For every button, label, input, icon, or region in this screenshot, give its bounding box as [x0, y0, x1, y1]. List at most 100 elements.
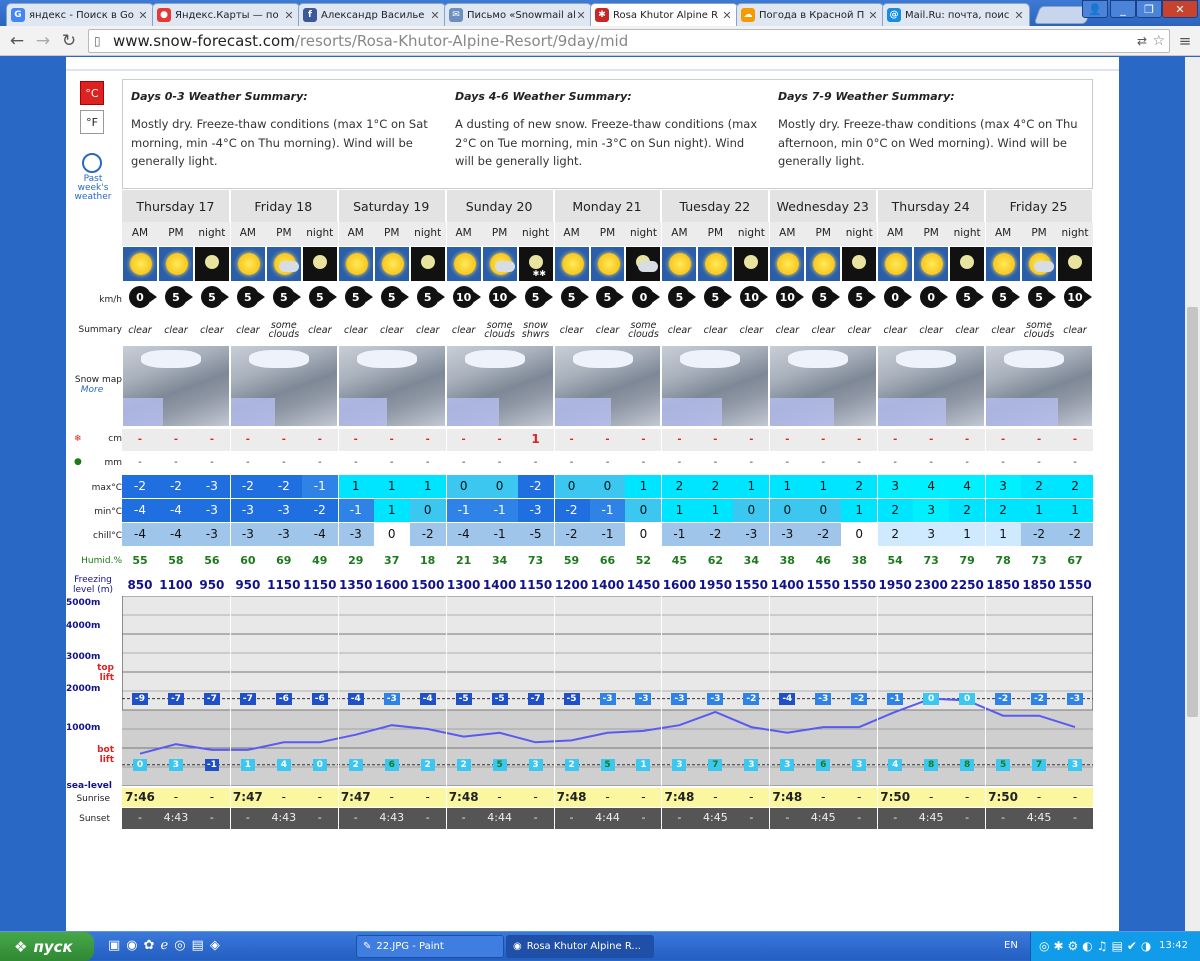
snow-map-thumbnail[interactable] — [986, 346, 1092, 426]
reload-icon[interactable]: ↻ — [58, 30, 80, 52]
condition-summary: clear — [128, 325, 152, 336]
browser-tab[interactable]: f Александр Василье ✕ — [298, 3, 446, 26]
sunset-time: - — [569, 811, 574, 824]
bot-lift-label: bot lift — [97, 745, 114, 765]
max-temp: 1 — [373, 475, 410, 498]
max-temp: 1 — [733, 475, 770, 498]
language-indicator[interactable]: EN — [1004, 940, 1018, 951]
bookmark-star-icon[interactable]: ☆ — [1152, 30, 1165, 52]
minimize-icon[interactable]: _ — [1110, 0, 1136, 18]
close-tab-icon[interactable]: ✕ — [867, 9, 879, 22]
tray-icons[interactable]: ◎✱⚙◐♫▤✔◑ — [1039, 939, 1155, 953]
close-tab-icon[interactable]: ✕ — [429, 9, 441, 22]
sun-icon — [590, 247, 625, 281]
min-temp: 0 — [733, 499, 770, 522]
restore-icon[interactable]: ❐ — [1136, 0, 1162, 18]
taskbar-chrome[interactable]: ◉ Rosa Khutor Alpine R... — [506, 935, 654, 958]
start-button[interactable]: ❖ пуск — [0, 932, 94, 961]
wind-value: 0 — [639, 290, 648, 304]
condition-summary: clear — [1063, 325, 1087, 336]
wind-speed: 5 — [158, 286, 194, 308]
browser-tab[interactable]: @ Mail.Ru: почта, поис ✕ — [882, 3, 1030, 26]
wind-value: 10 — [455, 290, 472, 304]
snow-map-thumbnail[interactable] — [446, 346, 553, 426]
freezing-level: 1300 — [446, 578, 481, 592]
min-temp: -4 — [157, 499, 194, 522]
fahrenheit-button[interactable]: °F — [80, 110, 104, 134]
sunset-time: - — [1001, 811, 1006, 824]
wind-speed: 5 — [805, 286, 841, 308]
back-icon[interactable]: ← — [6, 30, 28, 52]
day-header: Friday 25 — [985, 190, 1093, 222]
close-tab-icon[interactable]: ✕ — [137, 9, 149, 22]
close-tab-icon[interactable]: ✕ — [575, 9, 587, 22]
address-bar[interactable]: ▯ www.snow-forecast.com/resorts/Rosa-Khu… — [88, 29, 1170, 53]
wind-value: 10 — [779, 290, 795, 304]
humidity-value: 62 — [707, 554, 724, 567]
scrollbar-thumb[interactable] — [1187, 307, 1198, 717]
sunrise-time: - — [389, 790, 394, 804]
wind-speed: 0 — [122, 286, 158, 308]
snow-map-thumbnail[interactable] — [338, 346, 445, 426]
top-lift-temp: -6 — [275, 692, 292, 705]
condition-summary: clear — [200, 325, 224, 336]
browser-tab[interactable]: ✱ Rosa Khutor Alpine R ✕ — [590, 3, 738, 26]
top-lift-temp: 0 — [923, 692, 940, 705]
snow-map-thumbnail[interactable] — [554, 346, 661, 426]
browser-tab[interactable]: ☁ Погода в Красной П ✕ — [736, 3, 884, 26]
translate-icon[interactable]: ⇄ — [1137, 30, 1147, 52]
min-temp: -2 — [553, 499, 590, 522]
chill-temp: -2 — [1057, 523, 1093, 546]
max-temp: -2 — [265, 475, 302, 498]
tab-title: Александр Василье — [321, 9, 425, 21]
snow-amount: - — [1001, 434, 1006, 445]
sun-icon — [806, 247, 841, 281]
rain-amount: - — [785, 457, 790, 468]
browser-tab[interactable]: ✉ Письмо «Snowmail al ✕ — [444, 3, 592, 26]
close-tab-icon[interactable]: ✕ — [283, 9, 295, 22]
menu-icon[interactable]: ≡ — [1174, 30, 1196, 52]
snow-map-thumbnail[interactable] — [878, 346, 985, 426]
snow-amount: - — [965, 434, 970, 445]
browser-tab[interactable]: ● Яндекс.Карты — по ✕ — [152, 3, 300, 26]
clock-icon[interactable] — [82, 153, 102, 173]
moon-snow-icon: ✱✱ — [518, 247, 553, 281]
condition-summary: clear — [236, 325, 260, 336]
humidity-value: 49 — [312, 554, 328, 567]
snow-map-thumbnail[interactable] — [770, 346, 877, 426]
browser-toolbar: ← → ↻ ▯ www.snow-forecast.com/resorts/Ro… — [0, 26, 1200, 56]
humidity-value: 73 — [527, 554, 544, 567]
snow-map-thumbnail[interactable] — [123, 346, 229, 426]
vertical-scrollbar[interactable] — [1185, 57, 1200, 931]
snow-map-thumbnail[interactable] — [662, 346, 769, 426]
close-tab-icon[interactable]: ✕ — [721, 9, 733, 22]
celsius-button[interactable]: °C — [80, 81, 104, 105]
close-window-icon[interactable]: ✕ — [1162, 0, 1198, 18]
summary-text: Mostly dry. Freeze-thaw conditions (max … — [778, 117, 1078, 168]
browser-tab[interactable]: Gяндекс - Поиск в Go ✕ — [6, 3, 154, 26]
min-temp: 1 — [697, 499, 734, 522]
condition-summary: clear — [164, 325, 188, 336]
past-weather-link[interactable]: Past week's weather — [70, 175, 116, 202]
max-temp: 0 — [589, 475, 626, 498]
humidity-value: 34 — [743, 554, 759, 567]
wind-value: 10 — [491, 290, 508, 304]
freezing-level: 1950 — [878, 578, 912, 592]
sun-icon — [158, 247, 193, 281]
user-icon[interactable]: 👤 — [1082, 0, 1108, 18]
wind-direction-icon: 5 — [200, 286, 229, 308]
forward-icon[interactable]: → — [32, 30, 54, 52]
snowmap-more-link[interactable]: More — [74, 385, 110, 395]
taskbar-paint[interactable]: ✎ 22.JPG - Paint — [356, 935, 504, 958]
close-tab-icon[interactable]: ✕ — [1013, 9, 1025, 22]
humidity-value: 55 — [132, 554, 148, 567]
period-label: night — [198, 227, 226, 239]
max-temp: 2 — [1057, 475, 1093, 498]
period-label: night — [306, 227, 334, 239]
bot-lift-temp: 8 — [924, 758, 939, 771]
bot-lift-temp: 3 — [780, 758, 795, 771]
quick-launch-icons[interactable]: ▣◉✿ℯ◎▤◈ — [108, 938, 226, 953]
google-icon: G — [11, 8, 25, 22]
sunset-time: 4:44 — [487, 811, 512, 824]
snow-map-thumbnail[interactable] — [230, 346, 337, 426]
